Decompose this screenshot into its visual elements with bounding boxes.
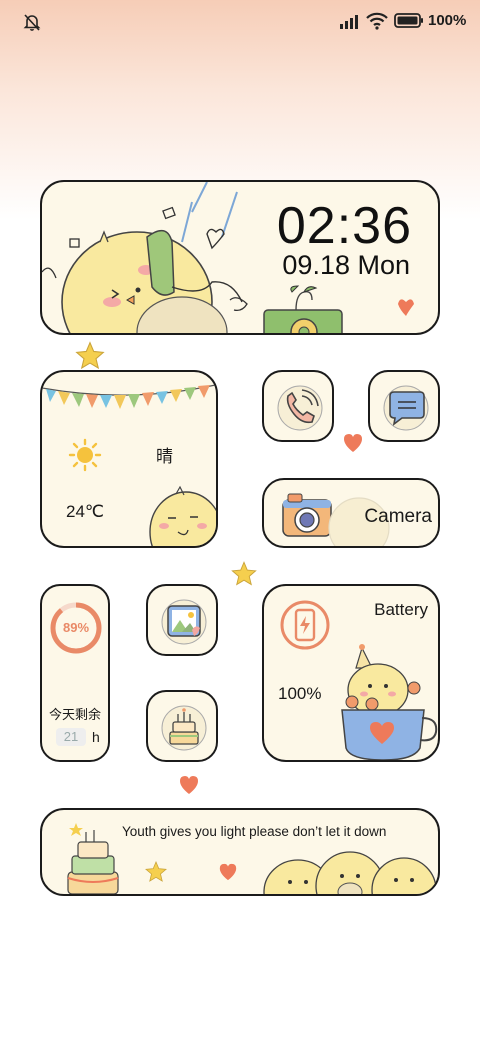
quote-widget[interactable]: Youth gives you light please don’t let i… <box>40 808 440 896</box>
battery-percent: 100% <box>428 12 467 29</box>
clock-date: 09.18 Mon <box>282 250 410 280</box>
signal-icon <box>340 15 358 29</box>
message-icon <box>383 385 429 431</box>
gallery-icon <box>161 599 207 645</box>
countdown-label: 今天剩余 <box>49 707 102 722</box>
gallery-app[interactable] <box>146 584 218 656</box>
chick-teacup-illustration <box>341 644 438 760</box>
camera-app[interactable]: Camera <box>262 478 440 548</box>
three-chicks-illustration <box>263 851 437 894</box>
heart-icon <box>219 863 237 881</box>
wifi-icon <box>366 12 388 30</box>
camera-label: Camera <box>364 506 432 527</box>
heart-icon <box>180 776 198 794</box>
quote-text: Youth gives you light please don’t let i… <box>122 824 387 839</box>
sun-icon <box>68 438 102 472</box>
battery-title: Battery <box>374 600 428 619</box>
countdown-unit: h <box>92 729 100 745</box>
clock-time: 02:36 <box>276 197 412 255</box>
battery-value: 100% <box>278 684 322 703</box>
weather-widget[interactable]: 晴 24℃ <box>40 370 218 548</box>
mute-bell-icon <box>23 14 41 31</box>
battery-widget[interactable]: Battery 100% <box>262 584 440 762</box>
countdown-hours: 21 <box>56 728 86 746</box>
phone-charging-icon <box>280 600 330 650</box>
star-icon <box>75 341 105 370</box>
bunting-decoration <box>42 384 216 409</box>
countdown-widget[interactable]: 89% 今天剩余 21 h <box>40 584 110 762</box>
star-icon <box>145 860 167 882</box>
phone-icon <box>277 385 323 431</box>
messages-app[interactable] <box>368 370 440 442</box>
clock-widget[interactable]: 02:36 09.18 Mon <box>40 180 440 335</box>
phone-app[interactable] <box>262 370 334 442</box>
status-bar: 100% <box>0 0 480 44</box>
heart-icon <box>344 434 362 452</box>
weather-condition: 晴 <box>156 447 173 466</box>
countdown-percent: 89% <box>62 620 90 635</box>
chick-thinking-illustration <box>149 485 216 546</box>
birthday-cake-illustration <box>67 823 119 894</box>
birthday-cake-icon <box>161 705 207 751</box>
star-icon <box>231 561 257 586</box>
weather-temperature: 24℃ <box>66 502 105 521</box>
battery-icon <box>394 13 423 28</box>
calendar-app[interactable] <box>146 690 218 762</box>
